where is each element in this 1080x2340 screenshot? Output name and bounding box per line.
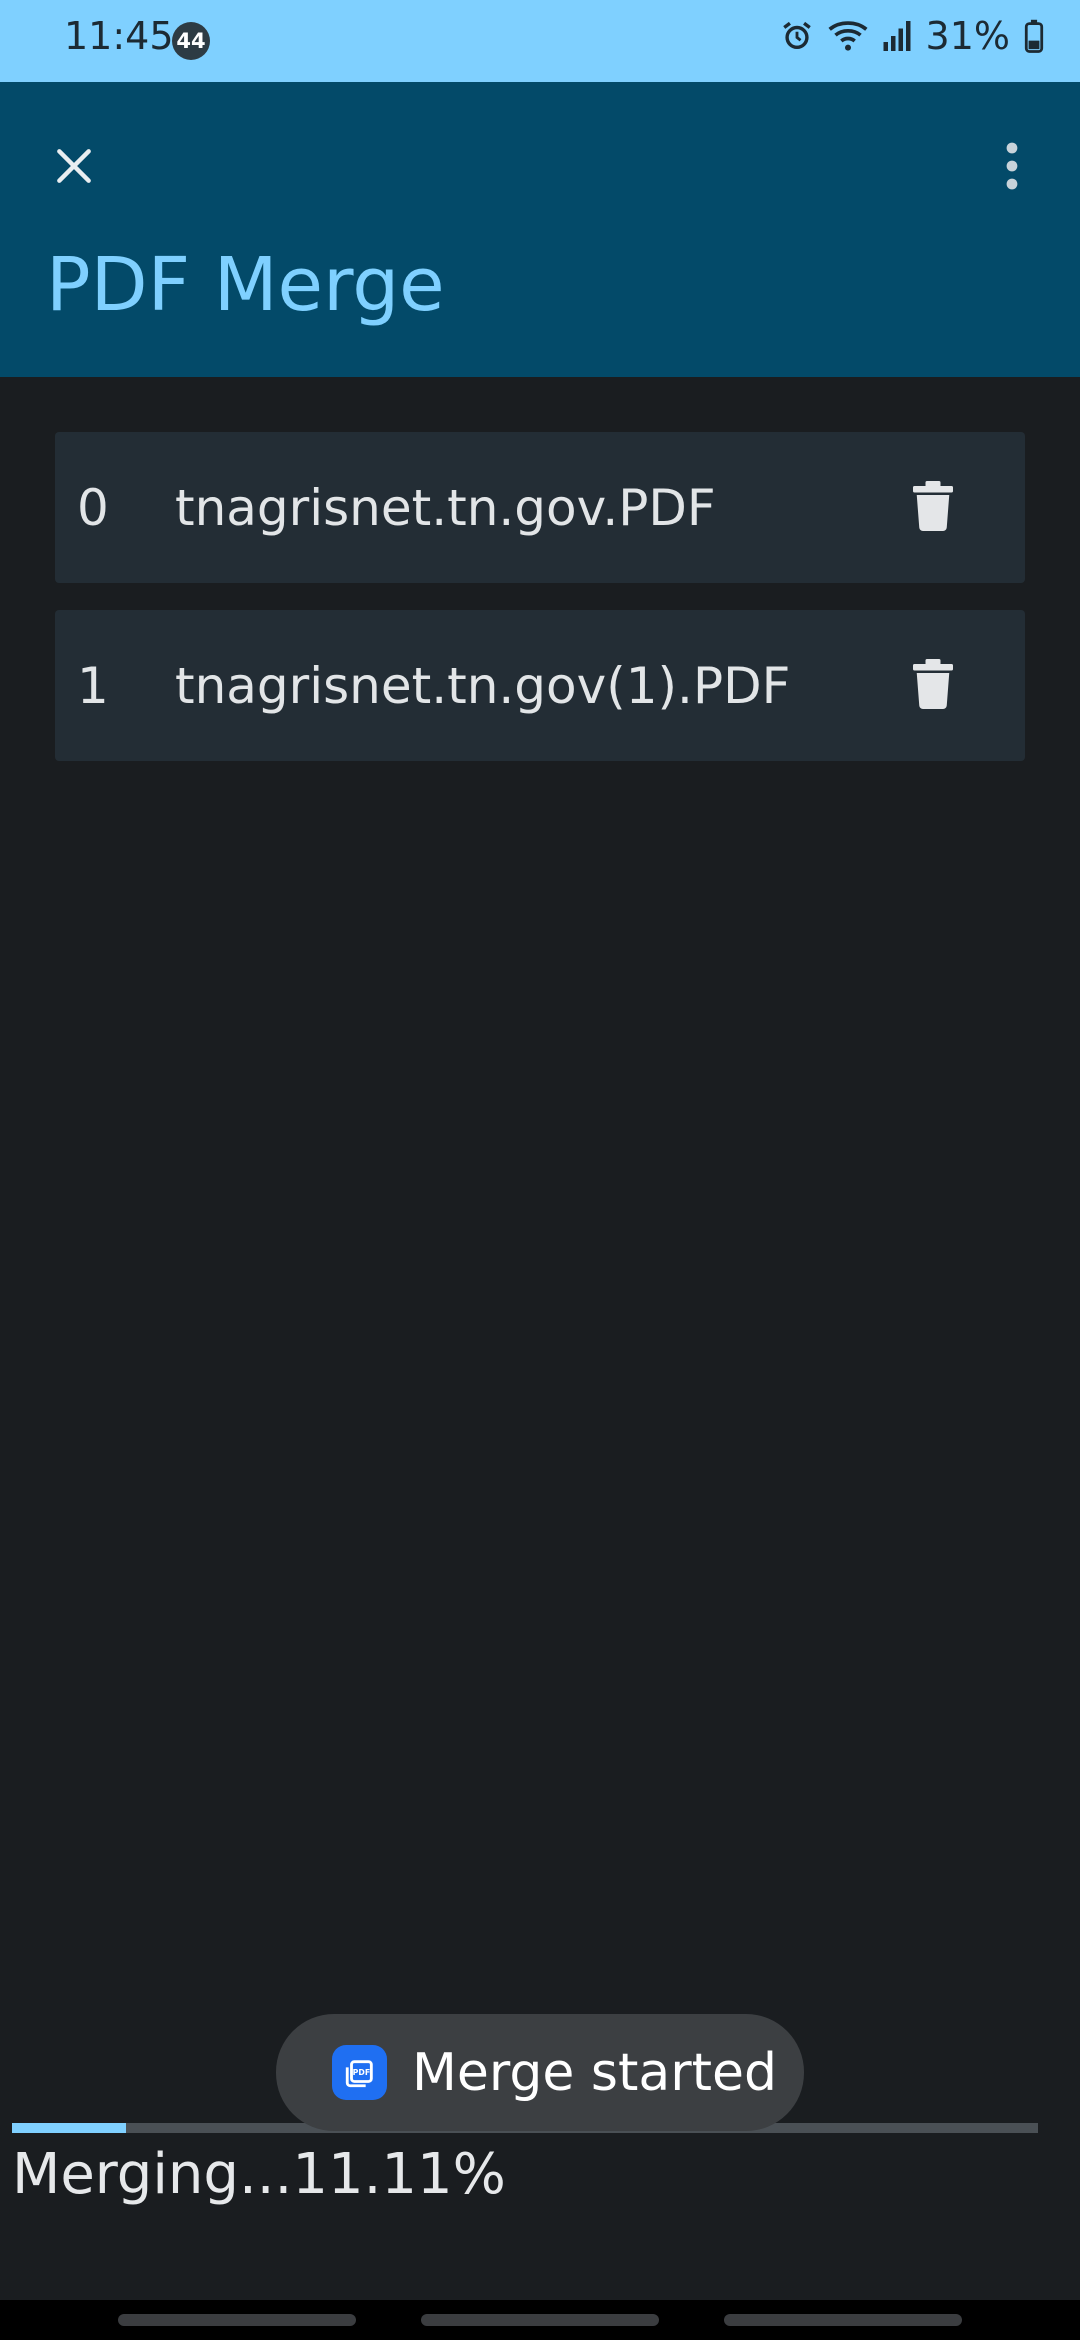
toast-message: Merge started — [412, 2042, 777, 2103]
wifi-icon — [828, 19, 868, 53]
file-name: tnagrisnet.tn.gov(1).PDF — [175, 656, 791, 715]
nav-home-button[interactable] — [421, 2314, 659, 2326]
more-options-button[interactable] — [982, 132, 1042, 204]
notification-count-badge: 44 — [172, 22, 210, 60]
svg-text:PDF: PDF — [352, 2068, 369, 2077]
file-name: tnagrisnet.tn.gov.PDF — [175, 478, 716, 537]
alarm-icon — [780, 19, 814, 53]
delete-icon — [913, 658, 953, 713]
delete-icon — [913, 480, 953, 535]
file-row[interactable]: 0 tnagrisnet.tn.gov.PDF — [55, 432, 1025, 583]
battery-icon — [1024, 19, 1044, 53]
battery-percent: 31% — [925, 14, 1010, 58]
close-button[interactable] — [38, 132, 110, 204]
toast: PDF Merge started — [276, 2014, 804, 2131]
status-icons: 31% — [780, 14, 1044, 58]
status-bar: 11:45 44 31% — [0, 0, 1080, 82]
close-icon — [52, 144, 96, 192]
status-time: 11:45 — [64, 14, 174, 58]
file-list: 0 tnagrisnet.tn.gov.PDF 1 tnagrisnet.tn.… — [55, 432, 1025, 788]
merge-progress-fill — [12, 2123, 126, 2133]
app-bar: PDF Merge — [0, 82, 1080, 377]
pdf-app-icon: PDF — [332, 2045, 387, 2100]
file-index: 1 — [77, 656, 109, 715]
page-title: PDF Merge — [46, 242, 445, 328]
file-row[interactable]: 1 tnagrisnet.tn.gov(1).PDF — [55, 610, 1025, 761]
merge-progress-label: Merging...11.11% — [12, 2142, 506, 2207]
delete-button[interactable] — [893, 468, 973, 548]
delete-button[interactable] — [893, 646, 973, 726]
more-vert-icon — [1005, 142, 1019, 194]
nav-back-button[interactable] — [724, 2314, 962, 2326]
navigation-bar — [0, 2300, 1080, 2340]
file-index: 0 — [77, 478, 109, 537]
signal-icon — [882, 19, 912, 53]
nav-recents-button[interactable] — [118, 2314, 356, 2326]
